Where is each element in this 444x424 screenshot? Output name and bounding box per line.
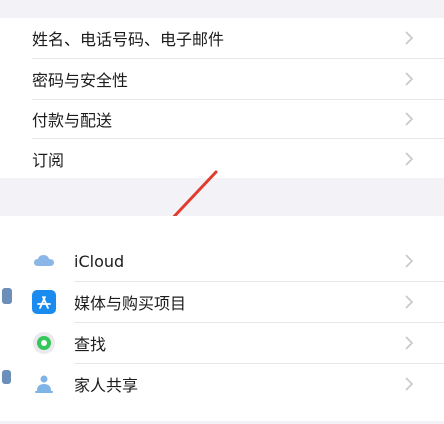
row-label-name-phone-email: 姓名、电话号码、电子邮件: [32, 30, 225, 49]
row-label-subscriptions: 订阅: [32, 150, 65, 170]
chevron-right-icon: [405, 254, 414, 268]
row-label-password-security: 密码与安全性: [32, 71, 129, 90]
row-payment-shipping[interactable]: 付款与配送: [0, 100, 444, 138]
chevron-right-icon: [405, 336, 414, 350]
chevron-right-icon: [405, 151, 414, 166]
chevron-right-icon: [405, 31, 414, 45]
family-sharing-icon: [35, 375, 53, 393]
row-label-payment-shipping: 付款与配送: [32, 111, 113, 130]
edge-app-icon: [2, 370, 11, 384]
edge-app-icon: [2, 288, 12, 304]
row-find-my[interactable]: 查找: [0, 323, 444, 363]
chevron-right-icon: [405, 377, 414, 391]
row-label-icloud: iCloud: [74, 251, 125, 271]
row-label-media-purchases: 媒体与购买项目: [74, 294, 187, 313]
chevron-right-icon: [405, 72, 414, 86]
row-password-security[interactable]: 密码与安全性: [0, 59, 444, 99]
row-label-family-sharing: 家人共享: [74, 376, 139, 395]
row-name-phone-email[interactable]: 姓名、电话号码、电子邮件: [0, 18, 444, 58]
chevron-right-icon: [405, 112, 414, 126]
row-icloud[interactable]: iCloud: [0, 241, 444, 281]
row-label-find-my: 查找: [74, 335, 107, 354]
chevron-right-icon: [405, 295, 414, 309]
account-settings-group: 姓名、电话号码、电子邮件 密码与安全性 付款与配送 订阅: [0, 18, 444, 178]
row-subscriptions[interactable]: 订阅: [0, 139, 444, 178]
find-my-icon: [33, 332, 55, 354]
icloud-icon: [34, 255, 54, 266]
app-store-icon: [32, 290, 56, 314]
row-family-sharing[interactable]: 家人共享: [0, 364, 444, 404]
services-group: iCloud 媒体与购买项目 查找 家人共享: [0, 216, 444, 421]
row-media-purchases[interactable]: 媒体与购买项目: [0, 282, 444, 322]
